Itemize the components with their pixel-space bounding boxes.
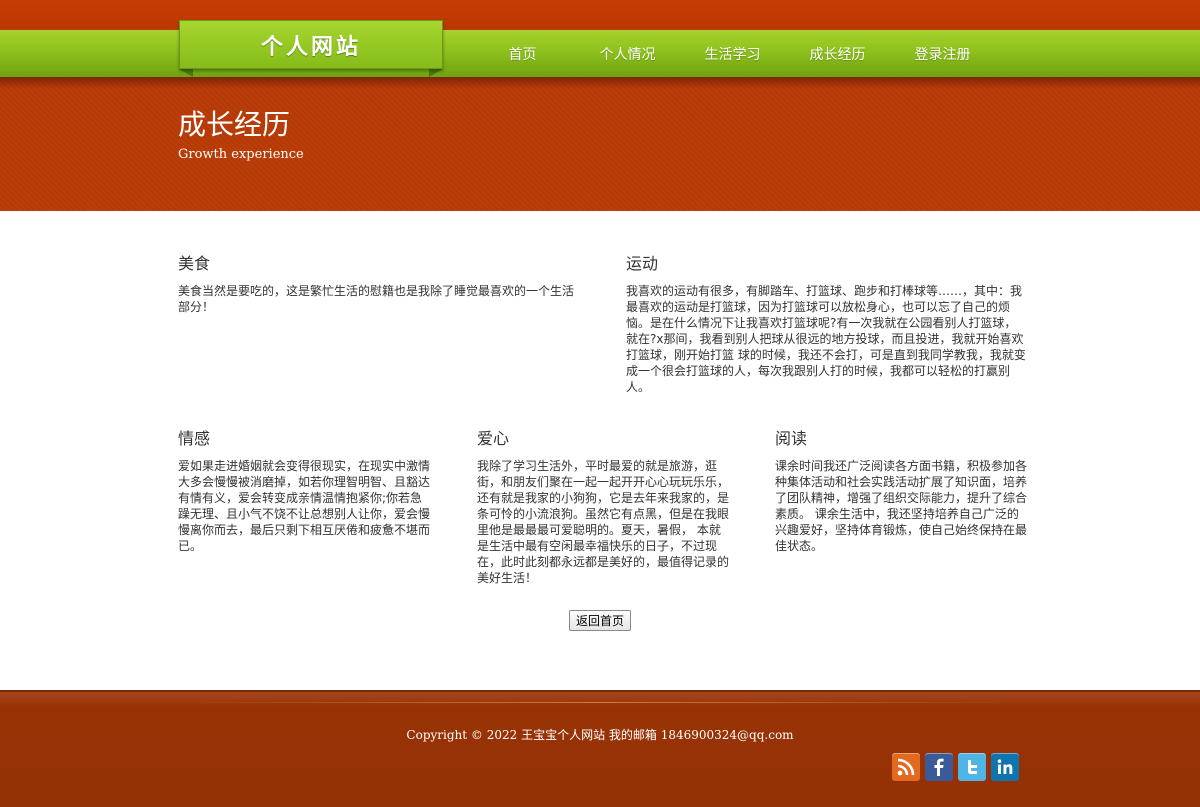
section-text: 美食当然是要吃的，这是繁忙生活的慰籍也是我除了睡觉最喜欢的一个生活部分！	[178, 284, 575, 314]
page-banner: 成长经历 Growth experience	[0, 77, 1200, 211]
site-logo[interactable]: 个人网站	[179, 20, 443, 69]
nav-shadow	[0, 77, 1200, 89]
rss-glyph	[897, 758, 915, 776]
section-title: 爱心	[477, 429, 510, 448]
section-sport: 运动 我喜欢的运动有很多，有脚踏车、打篮球、跑步和打棒球等……，其中：我最喜欢的…	[626, 253, 1026, 395]
main-nav: 首页 个人情况 生活学习 成长经历 登录注册	[470, 30, 995, 77]
nav-item-life-study[interactable]: 生活学习	[680, 44, 785, 64]
copyright-text: Copyright © 2022 王宝宝个人网站 我的邮箱 1846900324…	[406, 728, 794, 742]
back-home-button[interactable]: 返回首页	[569, 610, 631, 631]
footer-divider	[180, 702, 1020, 703]
twitter-glyph	[968, 760, 977, 774]
social-links	[892, 753, 1019, 781]
section-title: 阅读	[775, 429, 808, 448]
section-emotion: 情感 爱如果走进婚姻就会变得很现实，在现实中激情大多会慢慢被消磨掉，如若你理智明…	[178, 428, 430, 554]
section-text: 我除了学习生活外，平时最爱的就是旅游，逛街，和朋友们聚在一起一起开开心心玩玩乐乐…	[477, 459, 730, 585]
section-title: 情感	[178, 429, 211, 448]
section-title: 运动	[626, 254, 659, 273]
section-text: 我喜欢的运动有很多，有脚踏车、打篮球、跑步和打棒球等……，其中：我最喜欢的运动是…	[626, 284, 1026, 394]
section-food: 美食 美食当然是要吃的，这是繁忙生活的慰籍也是我除了睡觉最喜欢的一个生活部分！	[178, 253, 578, 315]
facebook-icon[interactable]	[925, 753, 953, 781]
facebook-glyph	[934, 758, 944, 776]
page-subtitle: Growth experience	[178, 147, 304, 162]
twitter-icon[interactable]	[958, 753, 986, 781]
section-text: 爱如果走进婚姻就会变得很现实，在现实中激情大多会慢慢被消磨掉，如若你理智明智、且…	[178, 459, 431, 553]
nav-item-growth[interactable]: 成长经历	[785, 44, 890, 64]
nav-item-home[interactable]: 首页	[470, 44, 575, 64]
section-reading: 阅读 课余时间我还广泛阅读各方面书籍，积极参加各种集体活动和社会实践活动扩展了知…	[775, 428, 1027, 554]
linkedin-glyph	[997, 759, 1013, 774]
logo-ribbon-fold-right	[429, 69, 443, 77]
logo-ribbon-fold-left	[179, 69, 193, 77]
section-text: 课余时间我还广泛阅读各方面书籍，积极参加各种集体活动和社会实践活动扩展了知识面，…	[775, 459, 1028, 553]
section-love: 爱心 我除了学习生活外，平时最爱的就是旅游，逛街，和朋友们聚在一起一起开开心心玩…	[477, 428, 729, 586]
rss-icon[interactable]	[892, 753, 920, 781]
footer: Copyright © 2022 王宝宝个人网站 我的邮箱 1846900324…	[0, 690, 1200, 807]
nav-item-login-register[interactable]: 登录注册	[890, 44, 995, 64]
logo-text: 个人网站	[260, 34, 361, 60]
linkedin-icon[interactable]	[991, 753, 1019, 781]
nav-item-profile[interactable]: 个人情况	[575, 44, 680, 64]
section-title: 美食	[178, 254, 211, 273]
page-title: 成长经历	[178, 108, 291, 141]
